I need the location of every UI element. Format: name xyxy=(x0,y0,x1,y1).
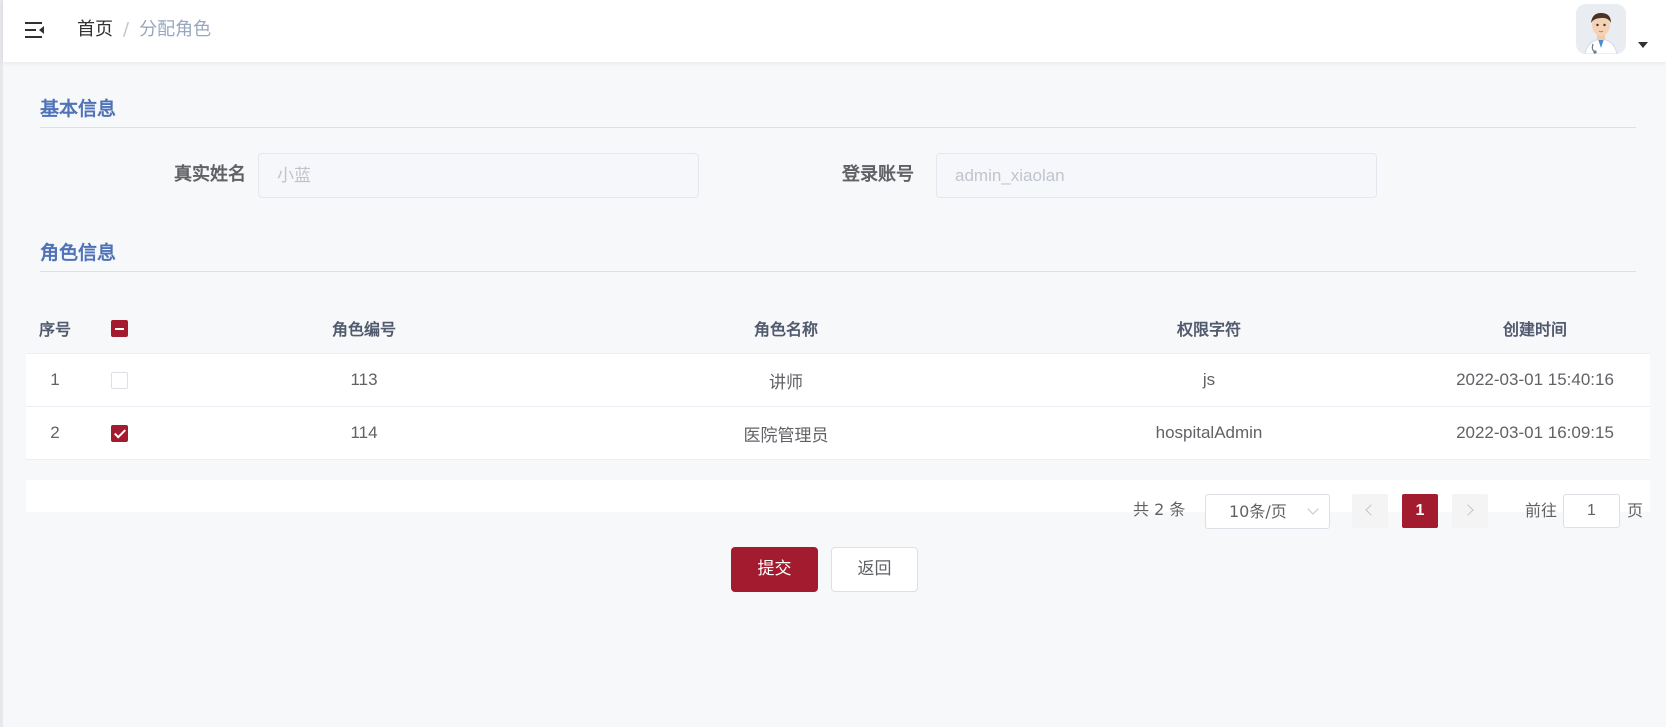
row-role-code: 113 xyxy=(350,370,378,389)
prev-page-button[interactable] xyxy=(1352,494,1388,528)
chevron-right-icon xyxy=(1462,504,1474,516)
user-avatar-dropdown[interactable] xyxy=(1576,4,1648,58)
table-row[interactable]: 1 113 讲师 js 2022-03-01 15:40:16 xyxy=(26,354,1650,407)
header-created: 创建时间 xyxy=(1502,319,1567,339)
role-table: 序号 角色编号 角色名称 权限字符 创建时间 1 113 讲师 js 2022-… xyxy=(26,302,1650,460)
back-button[interactable]: 返回 xyxy=(831,547,918,592)
row-select xyxy=(84,370,154,390)
real-name-field[interactable]: 小蓝 xyxy=(258,153,699,198)
row-index: 1 xyxy=(50,370,60,389)
page-suffix: 页 xyxy=(1627,501,1644,520)
header-permission: 权限字符 xyxy=(1176,319,1241,339)
row-permission: hospitalAdmin xyxy=(1155,423,1263,442)
select-all-checkbox[interactable] xyxy=(110,320,128,337)
row-index: 2 xyxy=(50,423,60,442)
next-page-button[interactable] xyxy=(1452,494,1488,528)
header-role-code: 角色编号 xyxy=(331,319,396,339)
header-index: 序号 xyxy=(38,319,71,339)
page-size-value: 10条/页 xyxy=(1229,502,1287,521)
caret-down-icon xyxy=(1638,42,1648,48)
page-size-select[interactable]: 10条/页 xyxy=(1205,494,1330,529)
row-created: 2022-03-01 15:40:16 xyxy=(1456,370,1614,389)
row-role-name: 医院管理员 xyxy=(743,425,829,445)
login-account-field[interactable]: admin_xiaolan xyxy=(936,153,1377,198)
section-title-role-info: 角色信息 xyxy=(40,238,1636,272)
avatar xyxy=(1576,4,1626,54)
navbar: 首页 / 分配角色 xyxy=(3,0,1666,62)
chevron-left-icon xyxy=(1365,504,1377,516)
table-header: 序号 角色编号 角色名称 权限字符 创建时间 xyxy=(26,302,1650,354)
submit-button[interactable]: 提交 xyxy=(731,547,818,592)
login-account-label: 登录账号 xyxy=(842,164,914,185)
goto-label: 前往 xyxy=(1525,501,1558,520)
section-title-basic-info: 基本信息 xyxy=(40,94,1636,128)
header-role-name: 角色名称 xyxy=(753,319,818,339)
goto-page-input[interactable]: 1 xyxy=(1563,494,1620,528)
header-select-all xyxy=(84,318,154,337)
row-permission: js xyxy=(1202,370,1216,389)
breadcrumb-current: 分配角色 xyxy=(139,19,212,40)
hamburger-menu-icon[interactable] xyxy=(23,19,47,41)
left-edge xyxy=(0,0,3,727)
pagination-total: 共 2 条 xyxy=(1133,500,1186,519)
row-select xyxy=(84,423,154,443)
real-name-label: 真实姓名 xyxy=(174,164,246,185)
breadcrumb: 首页 / 分配角色 xyxy=(77,17,211,43)
row-role-name: 讲师 xyxy=(769,372,803,392)
table-row[interactable]: 2 114 医院管理员 hospitalAdmin 2022-03-01 16:… xyxy=(26,407,1650,460)
row-created: 2022-03-01 16:09:15 xyxy=(1456,423,1614,442)
row-checkbox[interactable] xyxy=(110,372,128,390)
row-role-code: 114 xyxy=(350,423,378,442)
breadcrumb-separator: / xyxy=(123,19,130,40)
chevron-down-icon xyxy=(1307,503,1319,515)
row-checkbox[interactable] xyxy=(110,425,128,443)
breadcrumb-home[interactable]: 首页 xyxy=(77,17,113,43)
page-number-active[interactable]: 1 xyxy=(1402,494,1438,528)
